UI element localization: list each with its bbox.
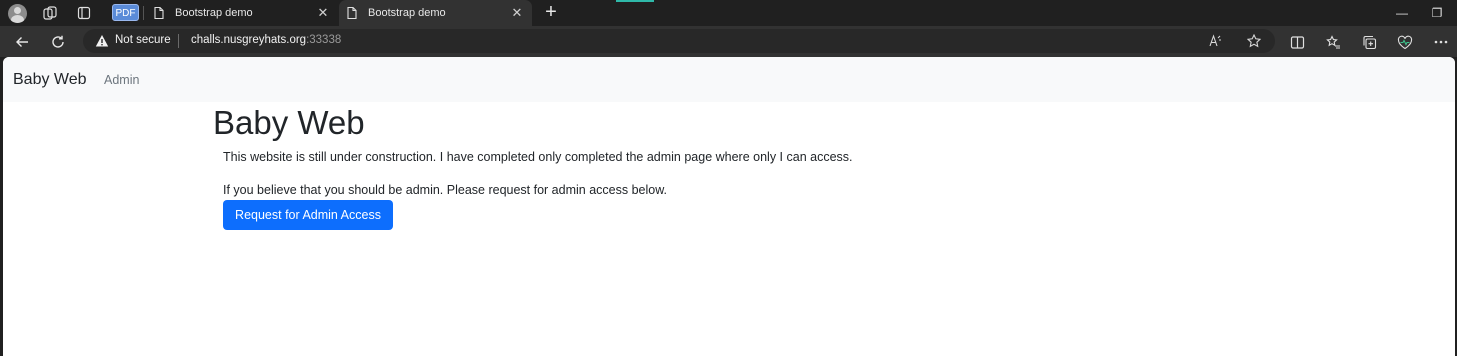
admin-request-prompt: If you believe that you should be admin.… [223,183,668,197]
restore-button[interactable]: ❐ [1427,3,1447,23]
nav-link-admin[interactable]: Admin [104,73,139,87]
page-viewport: Baby Web Admin Baby Web This website is … [3,57,1455,356]
url-host: challs.nusgreyhats.org [191,34,307,46]
workspaces-icon[interactable] [40,3,60,23]
favorite-star-icon[interactable] [1245,32,1263,50]
new-tab-button[interactable]: + [540,2,562,24]
address-bar[interactable]: Not secure challs.nusgreyhats.org:33338 [83,29,1275,53]
warning-icon[interactable] [95,34,109,48]
page-icon [154,6,164,20]
site-navbar: Baby Web Admin [3,57,1455,102]
security-label[interactable]: Not secure [115,34,171,46]
url-port: :33338 [306,34,342,46]
back-arrow-icon[interactable] [11,31,33,53]
favorites-list-icon[interactable] [1322,31,1344,53]
close-tab-icon[interactable]: ✕ [510,6,524,20]
address-divider [178,34,179,48]
collections-icon[interactable] [1358,31,1380,53]
tab-bootstrap-demo-2[interactable]: Bootstrap demo ✕ [339,0,532,26]
tab-title: Bootstrap demo [175,7,253,19]
construction-notice: This website is still under construction… [223,150,853,164]
tab-bootstrap-demo-1[interactable]: Bootstrap demo ✕ [146,0,338,26]
browser-essentials-icon[interactable] [1394,31,1416,53]
split-screen-icon[interactable] [1286,31,1308,53]
refresh-icon[interactable] [47,31,69,53]
tab-strip-accent [616,0,654,2]
profile-avatar-icon[interactable] [8,4,27,23]
request-admin-access-button[interactable]: Request for Admin Access [223,200,393,230]
browser-tab-bar: PDF Bootstrap demo ✕ Bootstrap demo ✕ + … [0,0,1457,26]
tab-separator [143,6,144,20]
read-aloud-icon[interactable] [1206,32,1224,50]
navbar-brand[interactable]: Baby Web [13,71,87,89]
tab-title: Bootstrap demo [368,7,446,19]
close-tab-icon[interactable]: ✕ [316,6,330,20]
tab-actions-icon[interactable] [74,3,94,23]
more-options-icon[interactable] [1430,31,1452,53]
pdf-tab-badge[interactable]: PDF [112,4,139,21]
page-title: Baby Web [213,104,365,141]
browser-toolbar: Not secure challs.nusgreyhats.org:33338 [0,26,1457,57]
page-icon [347,6,357,20]
minimize-button[interactable]: — [1392,3,1412,23]
url-text[interactable]: challs.nusgreyhats.org:33338 [191,34,341,46]
